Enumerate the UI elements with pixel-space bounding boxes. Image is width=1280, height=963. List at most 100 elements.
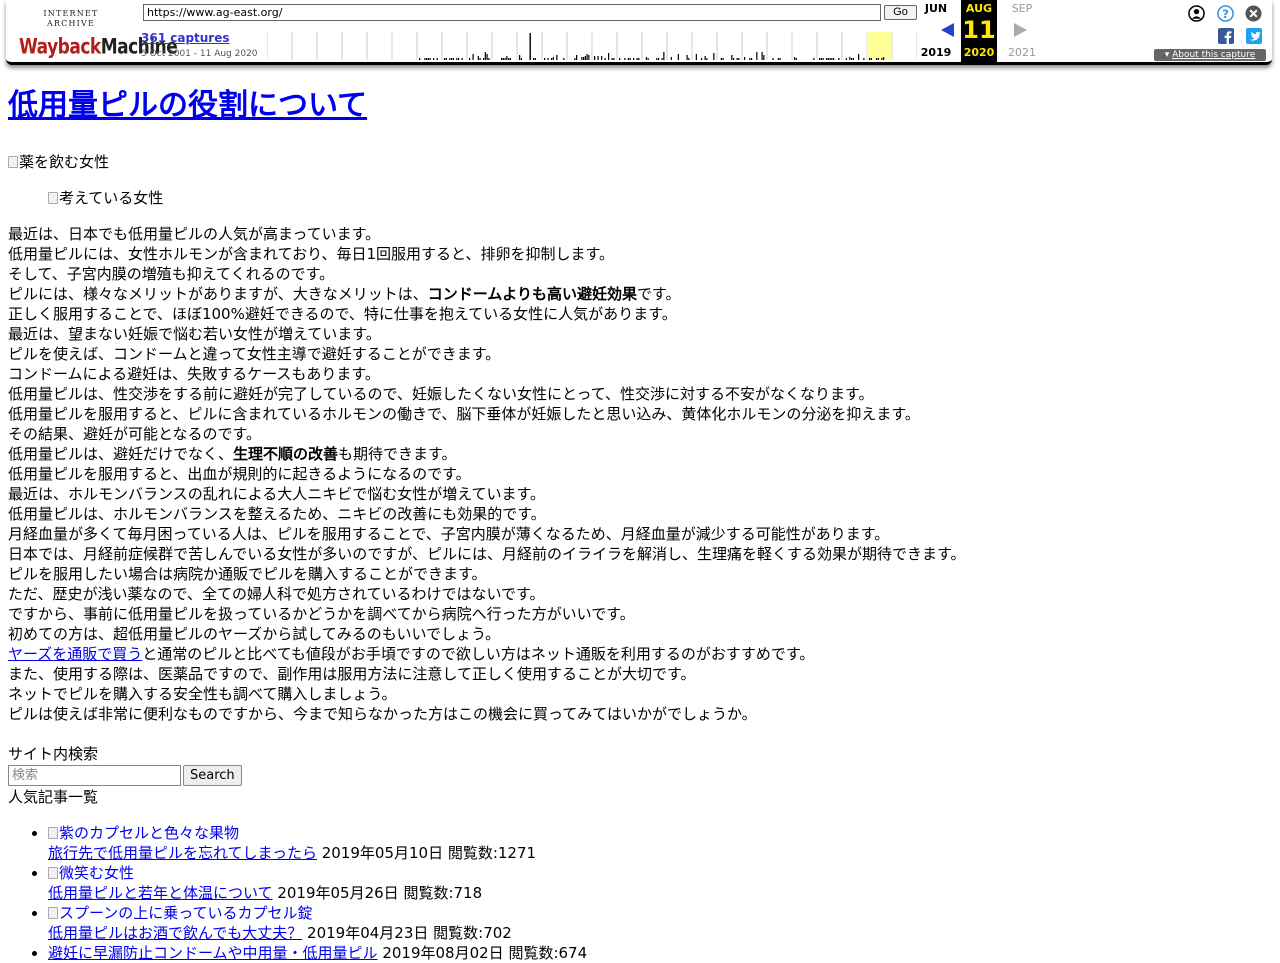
sparkline-bar — [613, 58, 615, 60]
article-line: ただ、歴史が浅い薬なので、全ての婦人科で処方されているわけではないです。 — [8, 584, 1272, 604]
popular-article-thumbnail[interactable]: 微笑む女性 — [48, 863, 1272, 883]
broken-image-icon — [48, 827, 58, 839]
sparkline-bar — [426, 58, 428, 60]
article-text: その結果、避妊が可能となるのです。 — [8, 425, 262, 443]
article-text: そして、子宮内膜の増殖も抑えてくれるのです。 — [8, 265, 335, 283]
sparkline-bar — [763, 55, 765, 60]
article-line: 最近は、日本でも低用量ピルの人気が高まっています。 — [8, 224, 1272, 244]
sparkline-bar — [661, 58, 663, 60]
article-text: 最近は、ホルモンバランスの乱れによる大人ニキビで悩む女性が増えています。 — [8, 485, 546, 503]
article-text: ただ、歴史が浅い薬なので、全ての婦人科で処方されているわけではないです。 — [8, 585, 545, 603]
capture-range: 5 Oct 2001 - 11 Aug 2020 — [141, 49, 258, 59]
wayback-url-input[interactable] — [143, 4, 881, 21]
article-link[interactable]: ヤーズを通販で買う — [8, 645, 142, 663]
captures-link[interactable]: 361 captures — [141, 31, 230, 45]
sparkline-bar — [647, 58, 649, 60]
sparkline-bar — [436, 58, 438, 60]
sparkline-bar — [486, 54, 488, 60]
article-emphasis: コンドームよりも高い避妊効果 — [427, 285, 637, 303]
month-navigator: JUN 2019 AUG 11 2020 SEP 2021 — [918, 0, 1040, 62]
popular-article-link[interactable]: 低用量ピルと若年と体温について — [48, 884, 273, 902]
popular-article-link[interactable]: 避妊に早漏防止コンドームや中用量・低用量ピル — [48, 944, 378, 962]
sparkline-bar — [870, 58, 872, 60]
sparkline-bar — [533, 58, 535, 60]
sparkline-bar — [751, 58, 753, 60]
sparkline-bar — [586, 54, 588, 60]
popular-article-meta: 2019年04月23日 閲覧数:702 — [302, 924, 512, 942]
popular-article-item: 微笑む女性低用量ピルと若年と体温について 2019年05月26日 閲覧数:718 — [48, 863, 1272, 903]
sparkline-bar — [461, 58, 463, 60]
sparkline-bar — [845, 58, 847, 60]
page-title-link[interactable]: 低用量ピルの役割について — [8, 88, 367, 123]
popular-article-meta: 2019年08月02日 閲覧数:674 — [377, 944, 588, 962]
sparkline-bar — [849, 57, 851, 60]
sparkline-bar — [736, 58, 738, 60]
sparkline-bar — [777, 58, 779, 60]
sparkline-bar — [456, 58, 458, 60]
article-text: も期待できます。 — [338, 445, 457, 463]
sparkline-bar — [458, 58, 460, 60]
sparkline-bar — [738, 58, 740, 60]
search-button[interactable]: Search — [183, 765, 242, 786]
sparkline-bar — [583, 57, 585, 60]
current-day: 11 — [962, 16, 996, 44]
twitter-icon[interactable] — [1246, 28, 1262, 44]
sparkline-bar — [508, 58, 510, 60]
sparkline-bar — [544, 58, 546, 60]
close-icon[interactable] — [1245, 5, 1262, 22]
search-input[interactable] — [8, 765, 181, 786]
sparkline-bar — [795, 58, 797, 60]
sparkline-bar — [529, 33, 531, 60]
popular-article-thumbnail[interactable]: 紫のカプセルと色々な果物 — [48, 823, 1272, 843]
article-text: 月経血量が多くて毎月困っている人は、ピルを服用することで、子宮内膜が薄くなるため… — [8, 525, 890, 543]
wayback-logo[interactable]: INTERNET ARCHIVE WaybackMachine — [19, 9, 178, 62]
sparkline-bar — [601, 56, 603, 60]
sparkline-bar — [638, 58, 640, 60]
sparkline-bar — [594, 56, 596, 60]
capture-sparkline[interactable] — [267, 32, 917, 60]
sparkline-bar — [645, 57, 647, 60]
sparkline-bar — [656, 58, 658, 60]
sparkline-bar — [551, 58, 553, 60]
sparkline-bar — [670, 57, 672, 60]
article-line: 低用量ピルは、性交渉をする前に避妊が完了しているので、妊娠したくない女性にとって… — [8, 384, 1272, 404]
article-text: ですから、事前に低用量ピルを扱っているかどうかを調べてから病院へ行った方がいいで… — [8, 605, 635, 623]
popular-article-link[interactable]: 低用量ピルはお酒で飲んでも大丈夫？ — [48, 924, 302, 942]
article-text: また、使用する際は、医薬品ですので、副作用は服用方法に注意して正しく使用すること… — [8, 665, 696, 683]
popular-article-meta: 2019年05月26日 閲覧数:718 — [272, 884, 483, 902]
broken-image-icon — [48, 192, 58, 204]
article-text: 正しく服用することで、ほぼ100%避妊できるので、特に仕事を抱えている女性に人気… — [8, 305, 677, 323]
wayback-toolbar: INTERNET ARCHIVE WaybackMachine Go 361 c… — [6, 0, 1272, 65]
prev-capture-arrow-icon[interactable] — [940, 22, 956, 38]
sparkline-bar — [619, 58, 621, 60]
popular-article-link[interactable]: 旅行先で低用量ピルを忘れてしまったら — [48, 844, 317, 862]
article-text: 低用量ピルは、ホルモンバランスを整えるため、ニキビの改善にも効果的です。 — [8, 505, 546, 523]
go-button[interactable]: Go — [884, 5, 917, 20]
article-text: ネットでピルを購入する安全性も調べて購入しましょう。 — [8, 685, 397, 703]
sparkline-bar — [756, 52, 758, 60]
broken-image-icon — [48, 867, 58, 879]
sparkline-bar — [858, 54, 860, 60]
sparkline-bar — [419, 58, 421, 60]
facebook-icon[interactable] — [1218, 28, 1234, 44]
article-line: ネットでピルを購入する安全性も調べて購入しましょう。 — [8, 684, 1272, 704]
broken-image-icon — [48, 907, 58, 919]
next-month-name: SEP — [1011, 2, 1033, 15]
wayback-machine-wordmark: WaybackMachine — [19, 32, 178, 62]
sparkline-bar — [877, 58, 879, 60]
article-line: そして、子宮内膜の増殖も抑えてくれるのです。 — [8, 264, 1272, 284]
help-icon[interactable]: ? — [1217, 5, 1234, 22]
sparkline-bar — [831, 58, 833, 60]
article-text: ピルを使えば、コンドームと違って女性主導で避妊することができます。 — [8, 345, 501, 363]
popular-articles-list: 紫のカプセルと色々な果物旅行先で低用量ピルを忘れてしまったら 2019年05月1… — [8, 823, 1272, 963]
about-capture-link[interactable]: ▾ About this capture — [1154, 49, 1266, 61]
sparkline-bar — [851, 58, 853, 60]
sparkline-bar — [445, 58, 447, 60]
article-line: 月経血量が多くて毎月困っている人は、ピルを服用することで、子宮内膜が薄くなるため… — [8, 524, 1272, 544]
popular-article-thumbnail[interactable]: スプーンの上に乗っているカプセル錠 — [48, 903, 1272, 923]
sparkline-bar — [869, 58, 871, 60]
article-line: 日本では、月経前症候群で苦しんでいる女性が多いのですが、ピルには、月経前のイライ… — [8, 544, 1272, 564]
popular-articles-heading: 人気記事一覧 — [8, 788, 99, 806]
sparkline-bar — [429, 58, 431, 60]
user-icon[interactable] — [1188, 5, 1205, 22]
